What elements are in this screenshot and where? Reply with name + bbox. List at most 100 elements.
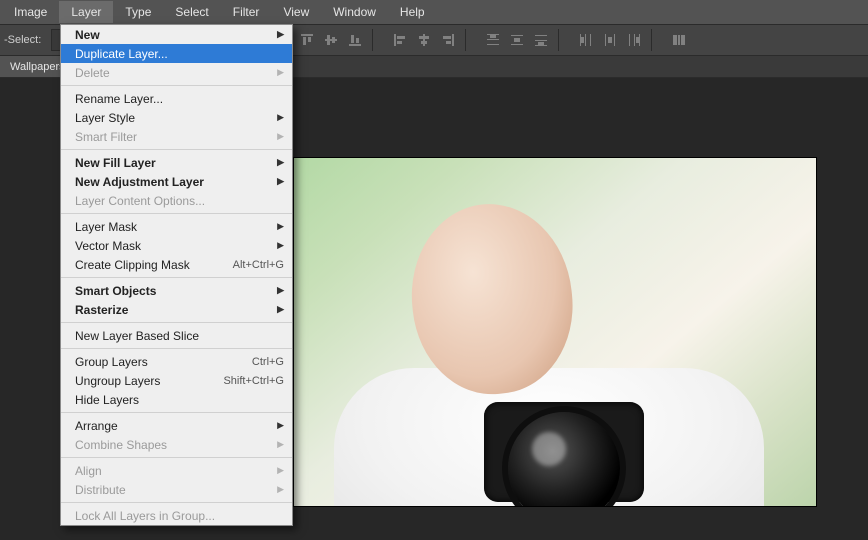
distribute-top-icon[interactable] <box>484 31 502 49</box>
menu-layer[interactable]: Layer <box>59 1 113 23</box>
menu-item-rename-layer[interactable]: Rename Layer... <box>61 89 292 108</box>
submenu-arrow-icon: ▶ <box>277 420 284 431</box>
submenu-arrow-icon: ▶ <box>277 157 284 168</box>
menu-separator <box>61 213 292 214</box>
document-tab-label: Wallpapers <box>10 61 65 73</box>
toolbar-separator <box>372 29 373 51</box>
align-top-edges-icon[interactable] <box>298 31 316 49</box>
menu-item-label: New Layer Based Slice <box>75 329 199 343</box>
submenu-arrow-icon: ▶ <box>277 67 284 78</box>
menu-item-new-adjustment-layer[interactable]: New Adjustment Layer ▶ <box>61 172 292 191</box>
submenu-arrow-icon: ▶ <box>277 465 284 476</box>
menu-type[interactable]: Type <box>113 1 163 23</box>
menu-image[interactable]: Image <box>2 1 59 23</box>
menu-item-label: Group Layers <box>75 355 148 369</box>
toolbar-separator <box>558 29 559 51</box>
submenu-arrow-icon: ▶ <box>277 285 284 296</box>
submenu-arrow-icon: ▶ <box>277 240 284 251</box>
menu-window[interactable]: Window <box>321 1 388 23</box>
menu-separator <box>61 412 292 413</box>
menu-item-layer-mask[interactable]: Layer Mask ▶ <box>61 217 292 236</box>
menubar: ImageLayerTypeSelectFilterViewWindowHelp <box>0 0 868 24</box>
menu-item-hide-layers[interactable]: Hide Layers <box>61 390 292 409</box>
submenu-arrow-icon: ▶ <box>277 176 284 187</box>
submenu-arrow-icon: ▶ <box>277 131 284 142</box>
menu-item-label: New <box>75 28 100 42</box>
submenu-arrow-icon: ▶ <box>277 112 284 123</box>
menu-item-arrange[interactable]: Arrange ▶ <box>61 416 292 435</box>
menu-separator <box>61 502 292 503</box>
menu-item-combine-shapes: Combine Shapes ▶ <box>61 435 292 454</box>
menu-item-ungroup-layers[interactable]: Ungroup LayersShift+Ctrl+G <box>61 371 292 390</box>
canvas-image <box>294 158 816 506</box>
distribute-group-1 <box>484 31 550 49</box>
menu-select[interactable]: Select <box>163 1 220 23</box>
menu-separator <box>61 322 292 323</box>
distribute-vcenter-icon[interactable] <box>508 31 526 49</box>
menu-item-align: Align▶ <box>61 461 292 480</box>
menu-item-label: New Adjustment Layer <box>75 175 204 189</box>
distribute-hcenter-icon[interactable] <box>601 31 619 49</box>
toolbar-separator <box>651 29 652 51</box>
submenu-arrow-icon: ▶ <box>277 439 284 450</box>
menu-item-label: Distribute <box>75 483 126 497</box>
align-bottom-edges-icon[interactable] <box>346 31 364 49</box>
menu-view[interactable]: View <box>271 1 321 23</box>
menu-item-label: Create Clipping Mask <box>75 258 190 272</box>
menu-item-group-layers[interactable]: Group Layers Ctrl+G <box>61 352 292 371</box>
distribute-right-icon[interactable] <box>625 31 643 49</box>
menu-separator <box>61 85 292 86</box>
menu-item-new[interactable]: New ▶ <box>61 25 292 44</box>
menu-item-label: Arrange <box>75 419 118 433</box>
menu-help[interactable]: Help <box>388 1 437 23</box>
menu-item-lock-all-layers-in-group: Lock All Layers in Group... <box>61 506 292 525</box>
distribute-bottom-icon[interactable] <box>532 31 550 49</box>
menu-item-label: Smart Objects <box>75 284 156 298</box>
toolbar-separator <box>465 29 466 51</box>
menu-item-label: Vector Mask <box>75 239 141 253</box>
menu-item-label: Layer Mask <box>75 220 137 234</box>
auto-select-label: -Select: <box>4 34 47 46</box>
menu-item-label: New Fill Layer <box>75 156 156 170</box>
submenu-arrow-icon: ▶ <box>277 304 284 315</box>
menu-item-label: Hide Layers <box>75 393 139 407</box>
menu-item-smart-objects[interactable]: Smart Objects ▶ <box>61 281 292 300</box>
menu-item-new-layer-based-slice[interactable]: New Layer Based Slice <box>61 326 292 345</box>
menu-item-shortcut: Ctrl+G <box>252 356 284 368</box>
menu-item-layer-style[interactable]: Layer Style ▶ <box>61 108 292 127</box>
distribute-group-2 <box>577 31 643 49</box>
auto-align-group <box>670 31 688 49</box>
align-group-2 <box>391 31 457 49</box>
menu-item-duplicate-layer[interactable]: Duplicate Layer... <box>61 44 292 63</box>
menu-item-label: Rasterize <box>75 303 128 317</box>
menu-item-smart-filter: Smart Filter▶ <box>61 127 292 146</box>
menu-item-label: Delete <box>75 66 110 80</box>
distribute-left-icon[interactable] <box>577 31 595 49</box>
menu-separator <box>61 149 292 150</box>
menu-item-label: Ungroup Layers <box>75 374 160 388</box>
menu-separator <box>61 277 292 278</box>
align-horizontal-centers-icon[interactable] <box>415 31 433 49</box>
menu-item-new-fill-layer[interactable]: New Fill Layer ▶ <box>61 153 292 172</box>
menu-filter[interactable]: Filter <box>221 1 272 23</box>
menu-item-label: Lock All Layers in Group... <box>75 509 215 523</box>
align-group-1 <box>298 31 364 49</box>
menu-separator <box>61 457 292 458</box>
menu-item-label: Duplicate Layer... <box>75 47 168 61</box>
align-vertical-centers-icon[interactable] <box>322 31 340 49</box>
menu-item-label: Combine Shapes <box>75 438 167 452</box>
submenu-arrow-icon: ▶ <box>277 221 284 232</box>
menu-item-rasterize[interactable]: Rasterize ▶ <box>61 300 292 319</box>
align-left-edges-icon[interactable] <box>391 31 409 49</box>
menu-item-label: Layer Style <box>75 111 135 125</box>
menu-item-label: Rename Layer... <box>75 92 163 106</box>
menu-item-shortcut: Alt+Ctrl+G <box>233 259 284 271</box>
auto-align-icon[interactable] <box>670 31 688 49</box>
menu-item-distribute: Distribute ▶ <box>61 480 292 499</box>
menu-item-create-clipping-mask[interactable]: Create Clipping Mask Alt+Ctrl+G <box>61 255 292 274</box>
align-right-edges-icon[interactable] <box>439 31 457 49</box>
submenu-arrow-icon: ▶ <box>277 29 284 40</box>
menu-item-vector-mask[interactable]: Vector Mask ▶ <box>61 236 292 255</box>
submenu-arrow-icon: ▶ <box>277 484 284 495</box>
menu-item-layer-content-options: Layer Content Options... <box>61 191 292 210</box>
